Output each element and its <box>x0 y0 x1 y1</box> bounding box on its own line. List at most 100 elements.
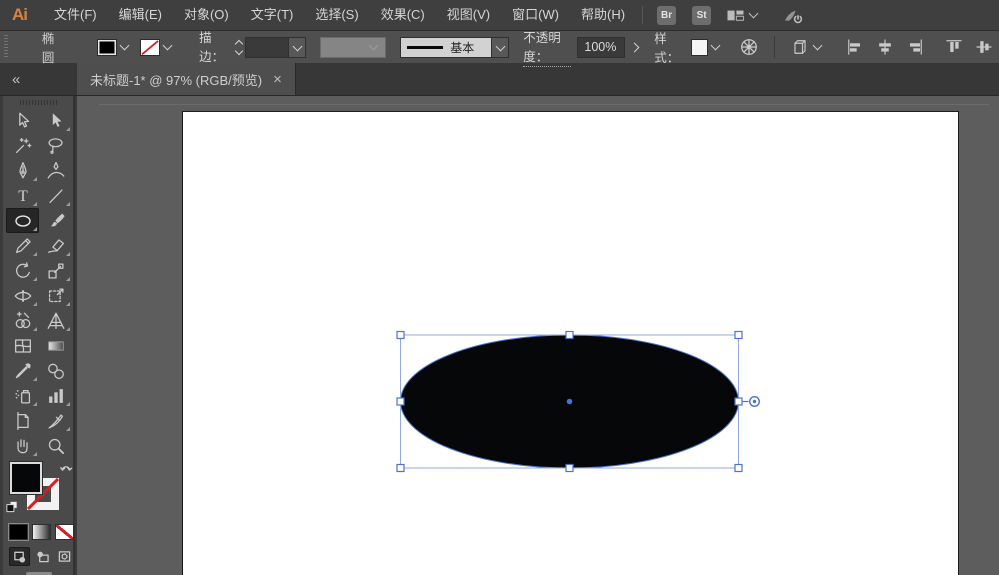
swap-fill-stroke-icon[interactable] <box>59 461 73 473</box>
stroke-panel-link[interactable]: 描边： <box>199 27 228 67</box>
fill-color-proxy[interactable] <box>10 462 42 494</box>
selection-handle-bottom-right[interactable] <box>735 465 742 472</box>
brush-dropdown-button[interactable] <box>492 37 509 58</box>
menubar-separator <box>642 6 643 24</box>
none-button[interactable] <box>55 524 74 540</box>
workspace-switcher-button[interactable] <box>725 7 761 23</box>
selection-handle-bottom-left[interactable] <box>397 465 404 472</box>
gradient-tool-icon <box>45 335 67 357</box>
tool-zoom[interactable] <box>39 433 72 458</box>
draw-inside-button[interactable] <box>54 547 75 566</box>
opacity-input[interactable]: 100% <box>577 37 625 58</box>
menu-item-help[interactable]: 帮助(H) <box>570 0 636 30</box>
canvas-area[interactable] <box>77 96 999 575</box>
tool-type[interactable]: T <box>6 183 39 208</box>
stroke-width-select[interactable] <box>245 37 306 58</box>
tool-direct-selection[interactable] <box>39 108 72 133</box>
app-logo: Ai <box>12 5 27 25</box>
brush-preview: 基本 <box>400 37 492 58</box>
horizontal-align-left-button[interactable] <box>845 37 865 57</box>
symbol-sprayer-tool-icon <box>12 385 34 407</box>
tool-free-transform[interactable] <box>39 283 72 308</box>
selection-handle-bottom-center[interactable] <box>566 465 573 472</box>
selection-handle-top-left[interactable] <box>397 332 404 339</box>
recolor-artwork-icon <box>739 37 759 57</box>
tool-symbol-sprayer[interactable] <box>6 383 39 408</box>
gpu-performance-button[interactable] <box>781 6 804 24</box>
tool-mesh[interactable] <box>6 333 39 358</box>
chevron-down-icon <box>163 41 173 51</box>
selection-handle-middle-left[interactable] <box>397 398 404 405</box>
horizontal-align-right-button[interactable] <box>905 37 925 57</box>
menu-item-view[interactable]: 视图(V) <box>436 0 501 30</box>
stock-button[interactable]: St <box>692 6 711 25</box>
menu-item-window[interactable]: 窗口(W) <box>501 0 570 30</box>
menu-item-type[interactable]: 文字(T) <box>240 0 305 30</box>
tab-close-button[interactable]: × <box>273 72 282 87</box>
vertical-align-center-button[interactable] <box>974 37 994 57</box>
vertical-align-center-icon <box>974 37 994 57</box>
shape-options-button[interactable] <box>790 37 825 57</box>
menu-item-object[interactable]: 对象(O) <box>173 0 240 30</box>
dock-collapse-button[interactable]: « <box>12 72 20 87</box>
paintbrush-tool-icon <box>45 210 67 232</box>
selection-center-point[interactable] <box>567 399 573 405</box>
menu-item-select[interactable]: 选择(S) <box>304 0 369 30</box>
draw-normal-button[interactable] <box>9 547 30 566</box>
tool-line-segment[interactable] <box>39 183 72 208</box>
graphic-style-button[interactable] <box>691 39 723 56</box>
draw-behind-button[interactable] <box>32 547 53 566</box>
document-tab[interactable]: 未标题-1* @ 97% (RGB/预览) × <box>77 63 296 95</box>
selection-handle-top-center[interactable] <box>566 332 573 339</box>
tool-hand[interactable] <box>6 433 39 458</box>
fill-color-button[interactable] <box>97 39 132 56</box>
toolbar-grip[interactable] <box>3 96 75 108</box>
controlbar-grip[interactable] <box>4 35 8 59</box>
tool-magic-wand[interactable] <box>6 133 39 158</box>
tool-shaper[interactable] <box>6 233 39 258</box>
opacity-dropdown-button[interactable] <box>631 44 638 51</box>
opacity-panel-link[interactable]: 不透明度： <box>523 27 571 67</box>
tool-shape-builder[interactable] <box>6 308 39 333</box>
menu-item-effect[interactable]: 效果(C) <box>370 0 436 30</box>
tool-scale[interactable] <box>39 258 72 283</box>
tool-width[interactable] <box>6 283 39 308</box>
default-fill-stroke-icon[interactable] <box>5 500 19 513</box>
selection-handle-middle-right[interactable] <box>735 398 742 405</box>
tool-selection[interactable] <box>6 108 39 133</box>
tool-pen[interactable] <box>6 158 39 183</box>
tool-paintbrush[interactable] <box>39 208 72 233</box>
gradient-button[interactable] <box>32 524 51 540</box>
horizontal-align-center-button[interactable] <box>875 37 895 57</box>
vertical-align-top-button[interactable] <box>944 37 964 57</box>
brush-definition-select[interactable]: 基本 <box>400 37 509 58</box>
bridge-button[interactable]: Br <box>657 6 676 25</box>
tool-lasso[interactable] <box>39 133 72 158</box>
tool-curvature[interactable] <box>39 158 72 183</box>
tool-slice[interactable] <box>39 408 72 433</box>
illustrator-window: Ai 文件(F)编辑(E)对象(O)文字(T)选择(S)效果(C)视图(V)窗口… <box>0 0 999 575</box>
tool-ellipse[interactable] <box>6 208 39 233</box>
recolor-artwork-button[interactable] <box>739 37 759 57</box>
tab-bar: « 未标题-1* @ 97% (RGB/预览) × <box>0 63 999 96</box>
tool-column-graph[interactable] <box>39 383 72 408</box>
tools-dock: T <box>0 96 77 575</box>
stroke-width-dropdown-button[interactable] <box>289 37 306 58</box>
tool-perspective-grid[interactable] <box>39 308 72 333</box>
color-button[interactable] <box>9 524 28 540</box>
stroke-width-value[interactable] <box>245 37 289 58</box>
direct-selection-tool-icon <box>45 110 67 132</box>
draw-inside-icon <box>57 550 72 563</box>
stroke-color-button[interactable] <box>140 39 175 56</box>
menu-item-edit[interactable]: 编辑(E) <box>108 0 173 30</box>
tool-eraser[interactable] <box>39 233 72 258</box>
tool-blend[interactable] <box>39 358 72 383</box>
menu-item-file[interactable]: 文件(F) <box>43 0 108 30</box>
tool-gradient[interactable] <box>39 333 72 358</box>
tool-artboard[interactable] <box>6 408 39 433</box>
tool-rotate[interactable] <box>6 258 39 283</box>
stroke-width-stepper[interactable] <box>236 41 242 54</box>
tool-eyedropper[interactable] <box>6 358 39 383</box>
selection-handle-top-right[interactable] <box>735 332 742 339</box>
line-segment-tool-icon <box>45 185 67 207</box>
